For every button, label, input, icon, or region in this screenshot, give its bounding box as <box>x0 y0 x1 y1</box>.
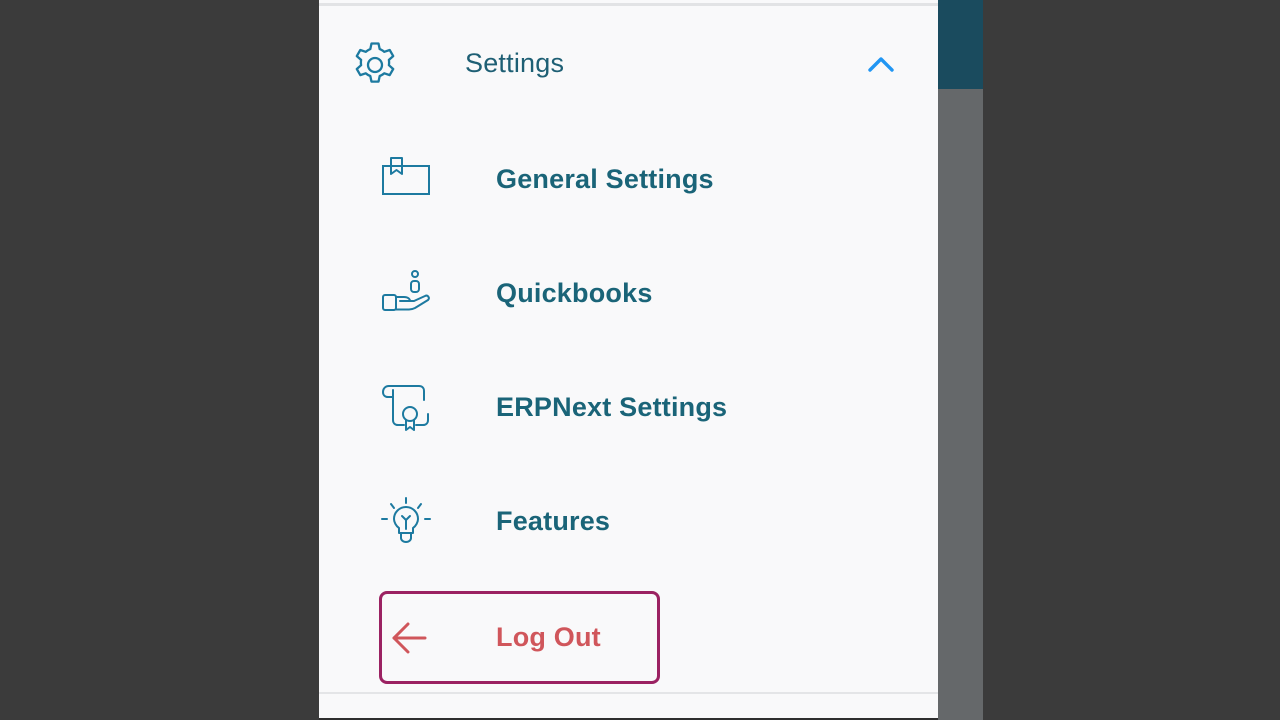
app-scrim[interactable] <box>938 0 983 720</box>
chevron-up-icon[interactable] <box>866 52 896 76</box>
hand-coin-icon <box>382 270 430 311</box>
gear-icon <box>355 42 395 83</box>
screen: Settings General Settings Quickbooks ERP… <box>0 0 1280 720</box>
backdrop-right <box>983 0 1280 720</box>
menu-item-label: ERPNext Settings <box>496 392 728 422</box>
arrow-left-icon <box>392 622 427 654</box>
menu-item-label: Features <box>496 506 611 536</box>
menu-item-quickbooks[interactable]: Quickbooks <box>319 248 938 338</box>
app-header-strip <box>938 0 983 89</box>
menu-item-general-settings[interactable]: General Settings <box>319 134 938 224</box>
logout-button[interactable]: Log Out <box>379 591 660 684</box>
drawer-divider-bottom <box>319 692 938 694</box>
backdrop-left <box>0 0 319 720</box>
menu-item-label: Quickbooks <box>496 278 653 308</box>
navigation-drawer: Settings General Settings Quickbooks ERP… <box>319 0 938 718</box>
folder-icon <box>382 157 430 195</box>
settings-section-header[interactable]: Settings <box>319 30 938 102</box>
logout-label: Log Out <box>496 622 601 652</box>
drawer-divider-top <box>319 3 938 6</box>
settings-section-label: Settings <box>465 48 565 78</box>
menu-item-erpnext-settings[interactable]: ERPNext Settings <box>319 362 938 452</box>
lightbulb-icon <box>381 497 431 544</box>
menu-item-features[interactable]: Features <box>319 476 938 566</box>
menu-item-label: General Settings <box>496 164 714 194</box>
certificate-scroll-icon <box>381 385 429 431</box>
